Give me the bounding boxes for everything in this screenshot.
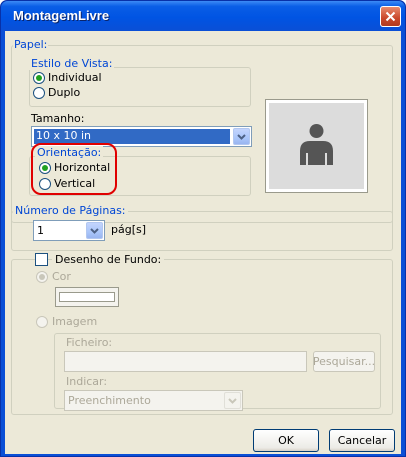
color-swatch	[59, 292, 115, 302]
papel-group-label: Papel:	[13, 38, 49, 51]
chevron-down-icon	[90, 227, 99, 234]
individual-radio-label[interactable]: Individual	[48, 71, 102, 84]
imagem-radio[interactable]	[36, 316, 48, 328]
pesquisar-label: Pesquisar...	[312, 355, 376, 368]
preview-frame	[265, 99, 368, 193]
cor-radio-label[interactable]: Cor	[52, 270, 71, 283]
tamanho-dropdown-button[interactable]	[233, 128, 250, 145]
cancel-button[interactable]: Cancelar	[329, 429, 395, 452]
ok-button[interactable]: OK	[253, 429, 319, 452]
close-icon	[385, 11, 396, 22]
desenho-fundo-checkbox[interactable]	[35, 253, 48, 266]
paginas-group-label: Número de Páginas:	[13, 204, 128, 217]
indicar-select[interactable]: Preenchimento	[64, 390, 243, 411]
duplo-radio-label[interactable]: Duplo	[48, 86, 80, 99]
radio-selected-dot	[36, 75, 42, 81]
indicar-value: Preenchimento	[68, 394, 151, 407]
radio-selected-dot	[39, 274, 45, 280]
chevron-down-icon	[228, 397, 237, 404]
dialog-window: MontagemLivre Papel: Estilo de Vista: In…	[0, 0, 406, 457]
dialog-body: Papel: Estilo de Vista: Individual Duplo…	[5, 31, 401, 454]
individual-radio[interactable]	[33, 72, 45, 84]
tamanho-label: Tamanho:	[31, 112, 85, 125]
indicar-label: Indicar:	[66, 375, 108, 388]
ok-label: OK	[278, 434, 294, 447]
estilo-group-label: Estilo de Vista:	[29, 57, 115, 70]
preview-paper	[269, 103, 364, 189]
paginas-value: 1	[37, 224, 44, 237]
cancel-label: Cancelar	[337, 434, 387, 447]
cor-radio[interactable]	[36, 271, 48, 283]
duplo-radio[interactable]	[33, 87, 45, 99]
orientation-highlight-ring	[31, 143, 117, 195]
desenho-fundo-label[interactable]: Desenho de Fundo:	[52, 253, 165, 266]
indicar-dropdown-button[interactable]	[224, 392, 241, 409]
imagem-radio-label[interactable]: Imagem	[52, 315, 97, 328]
ficheiro-input[interactable]	[64, 351, 307, 372]
ficheiro-label: Ficheiro:	[66, 336, 113, 349]
color-picker-button[interactable]	[55, 287, 119, 307]
tamanho-value: 10 x 10 in	[36, 129, 92, 142]
pesquisar-button[interactable]: Pesquisar...	[313, 351, 375, 372]
paginas-unit: pág[s]	[111, 223, 147, 236]
window-title: MontagemLivre	[13, 8, 110, 23]
close-button[interactable]	[380, 6, 401, 27]
person-silhouette-icon	[300, 124, 333, 165]
paginas-dropdown-button[interactable]	[86, 222, 103, 239]
chevron-down-icon	[237, 133, 246, 140]
paginas-select[interactable]: 1	[33, 220, 105, 241]
title-bar[interactable]: MontagemLivre	[1, 1, 405, 31]
